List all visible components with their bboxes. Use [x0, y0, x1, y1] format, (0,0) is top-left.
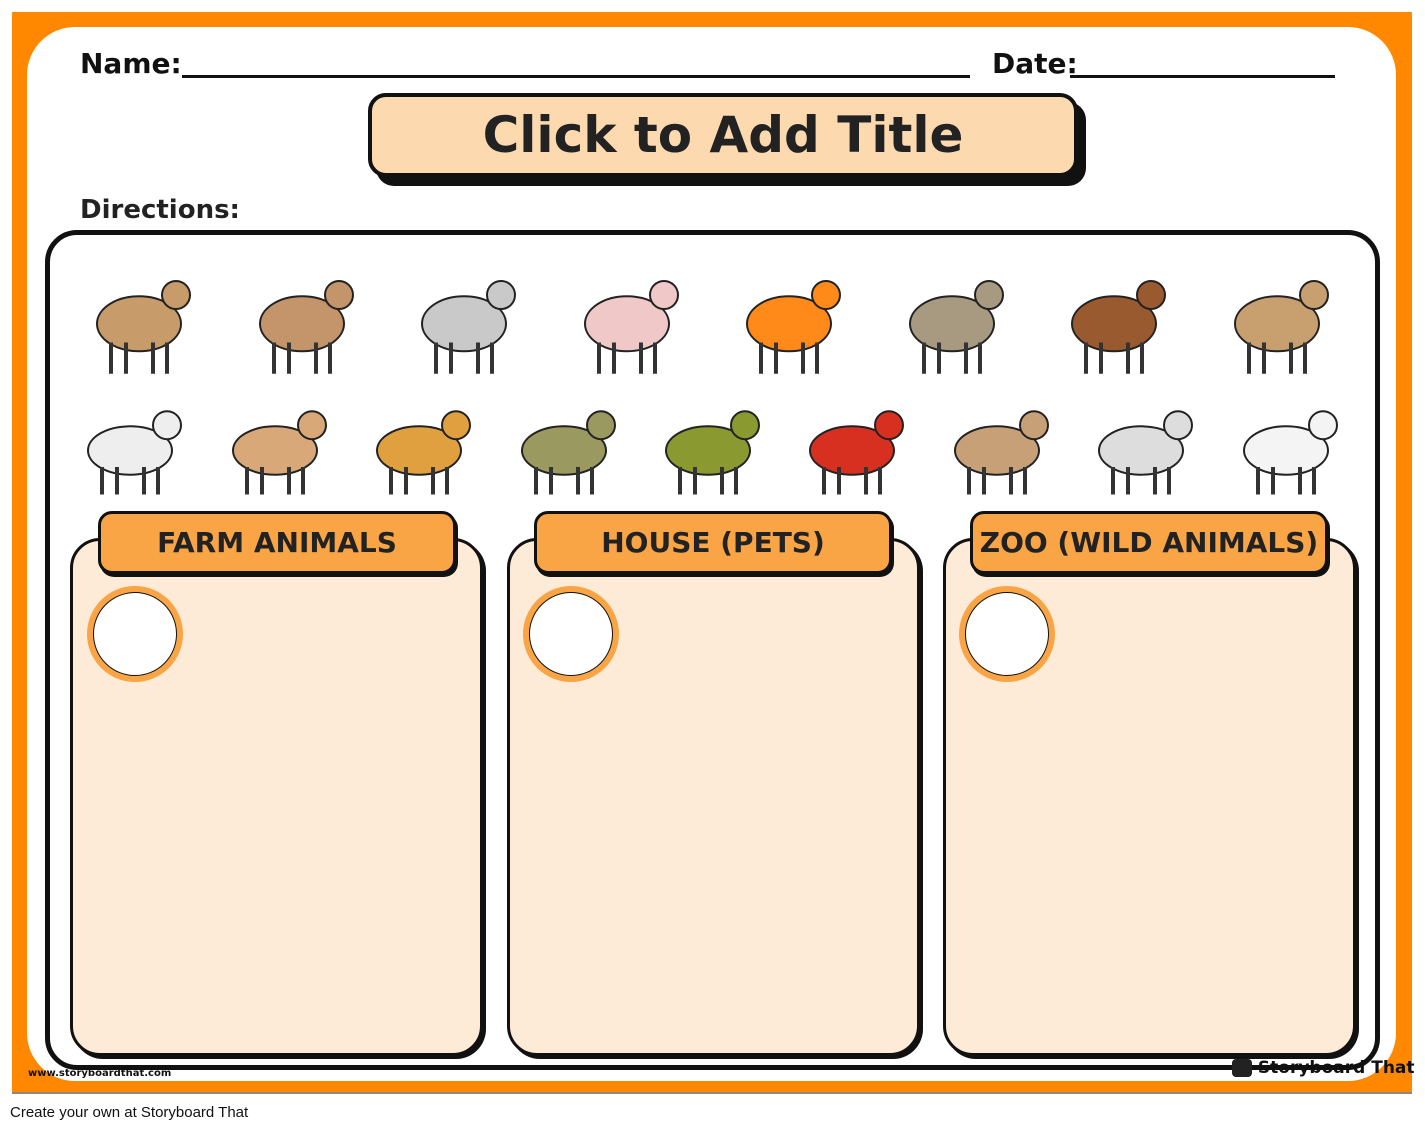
goldfish-icon[interactable] — [731, 255, 851, 380]
logo-icon — [1232, 1059, 1252, 1077]
house-pets-header: HOUSE (PETS) — [534, 511, 892, 574]
dog-icon[interactable] — [81, 255, 201, 380]
cat-icon[interactable] — [217, 390, 337, 500]
duck-icon[interactable] — [894, 255, 1014, 380]
date-label: Date: — [992, 47, 1078, 80]
cow-icon[interactable] — [72, 390, 192, 500]
horse-icon[interactable] — [1056, 255, 1176, 380]
zoo-header: ZOO (WILD ANIMALS) — [970, 511, 1328, 574]
goat-icon[interactable] — [244, 255, 364, 380]
farm-animals-header: FARM ANIMALS — [98, 511, 456, 574]
animal-row-1 — [60, 250, 1360, 380]
bird-icon[interactable] — [650, 390, 770, 500]
zebra-icon[interactable] — [1083, 390, 1203, 500]
name-field[interactable] — [182, 75, 970, 78]
kangaroo-icon[interactable] — [939, 390, 1059, 500]
snake-icon[interactable] — [506, 390, 626, 500]
storyboardthat-logo: Storyboard That — [1232, 1058, 1415, 1078]
directions-label: Directions: — [80, 195, 240, 225]
caption: Create your own at Storyboard That — [10, 1104, 249, 1121]
elephant-icon[interactable] — [406, 255, 526, 380]
lamb-icon[interactable] — [1228, 390, 1348, 500]
website-text: www.storyboardthat.com — [28, 1068, 172, 1079]
rooster-icon[interactable] — [794, 390, 914, 500]
pig-icon[interactable] — [569, 255, 689, 380]
title-box[interactable]: Click to Add Title — [368, 93, 1078, 177]
zoo-circle[interactable] — [959, 586, 1055, 682]
leopard-icon[interactable] — [361, 390, 481, 500]
farm-circle[interactable] — [87, 586, 183, 682]
date-field[interactable] — [1070, 75, 1335, 78]
animal-row-2 — [60, 385, 1360, 500]
logo-text: Storyboard That — [1257, 1058, 1415, 1078]
lion-icon[interactable] — [1219, 255, 1339, 380]
pets-circle[interactable] — [523, 586, 619, 682]
name-label: Name: — [80, 47, 182, 80]
